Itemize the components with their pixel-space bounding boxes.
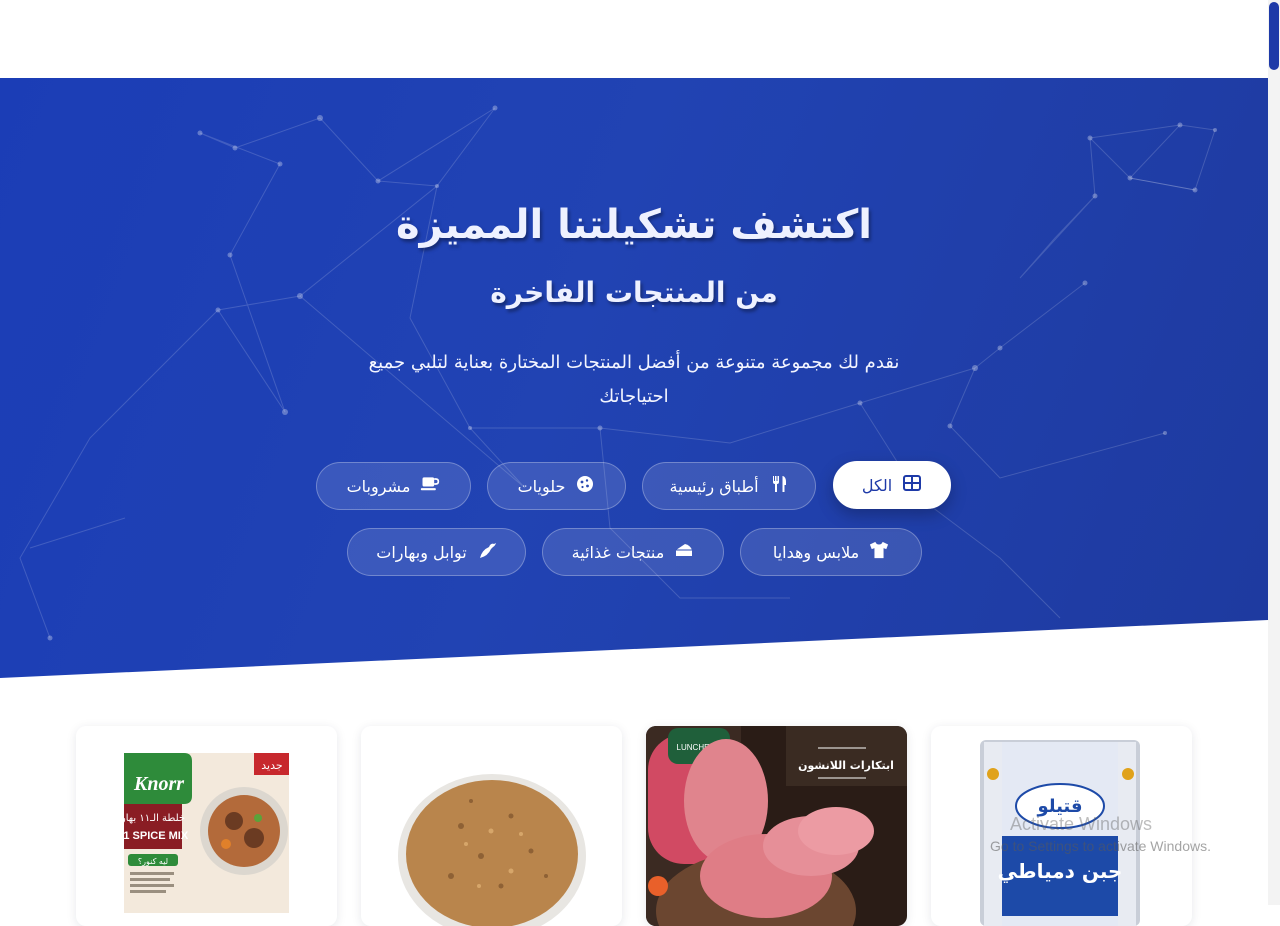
product-card[interactable]: [361, 726, 622, 926]
filter-clothes-gifts-button[interactable]: ملابس وهدايا: [740, 528, 922, 576]
svg-text:11 SPICE MIX: 11 SPICE MIX: [118, 830, 189, 842]
grid-icon: [902, 473, 922, 497]
hero-description: نقدم لك مجموعة متنوعة من أفضل المنتجات ا…: [368, 352, 900, 407]
filter-drinks-button[interactable]: مشروبات: [316, 462, 471, 510]
cheese-icon: [674, 540, 694, 564]
filter-drinks-label: مشروبات: [346, 476, 411, 496]
hero-title: اكتشف تشكيلتنا المميزة: [396, 202, 872, 248]
product-card[interactable]: جديد Knorr خلطة الـ١١ بهار 11 SPICE MIX …: [76, 726, 337, 926]
filter-sweets-label: حلويات: [517, 476, 566, 496]
coffee-cup-icon: [420, 474, 440, 498]
top-navbar: [0, 0, 1268, 79]
filter-food-products-button[interactable]: منتجات غذائية: [542, 528, 724, 576]
filter-main-dishes-button[interactable]: أطباق رئيسية: [642, 462, 816, 510]
filter-sweets-button[interactable]: حلويات: [487, 462, 626, 510]
svg-text:جبن دمياطي: جبن دمياطي: [998, 859, 1123, 884]
os-activation-watermark: Go to Settings to activate Windows.: [990, 838, 1211, 854]
filter-all-button[interactable]: الكل: [833, 461, 951, 509]
svg-text:جديد: جديد: [261, 759, 282, 772]
hero-section: اكتشف تشكيلتنا المميزة من المنتجات الفاخ…: [0, 78, 1268, 678]
filter-spices-label: توابل وبهارات: [376, 542, 467, 562]
scrollbar-thumb[interactable]: [1269, 2, 1279, 70]
os-activation-watermark-title: Activate Windows: [1010, 814, 1153, 834]
filter-food-products-label: منتجات غذائية: [571, 542, 665, 562]
tshirt-icon: [869, 540, 889, 564]
filter-clothes-gifts-label: ملابس وهدايا: [772, 542, 860, 562]
luncheon-meat-image: LUNCHEON ابتكارات اللانشون: [646, 726, 907, 926]
filter-main-dishes-label: أطباق رئيسية: [669, 476, 759, 496]
svg-text:Knorr: Knorr: [133, 773, 184, 795]
svg-text:ليه كنور؟: ليه كنور؟: [138, 857, 168, 866]
hero-subtitle: من المنتجات الفاخرة: [490, 276, 778, 309]
knorr-spice-mix-image: جديد Knorr خلطة الـ١١ بهار 11 SPICE MIX …: [118, 753, 289, 913]
utensils-icon: [769, 474, 789, 498]
filter-spices-button[interactable]: توابل وبهارات: [347, 528, 526, 576]
svg-text:خلطة الـ١١ بهار: خلطة الـ١١ بهار: [120, 813, 185, 824]
svg-text:ابتكارات اللانشون: ابتكارات اللانشون: [798, 759, 894, 772]
product-card[interactable]: LUNCHEON ابتكارات اللانشون: [646, 726, 907, 926]
pepper-icon: [477, 540, 497, 564]
cookie-icon: [575, 474, 595, 498]
spice-powder-bowl-image: [398, 774, 586, 926]
filter-all-label: الكل: [861, 475, 893, 495]
scrollbar-track[interactable]: [1268, 0, 1280, 905]
